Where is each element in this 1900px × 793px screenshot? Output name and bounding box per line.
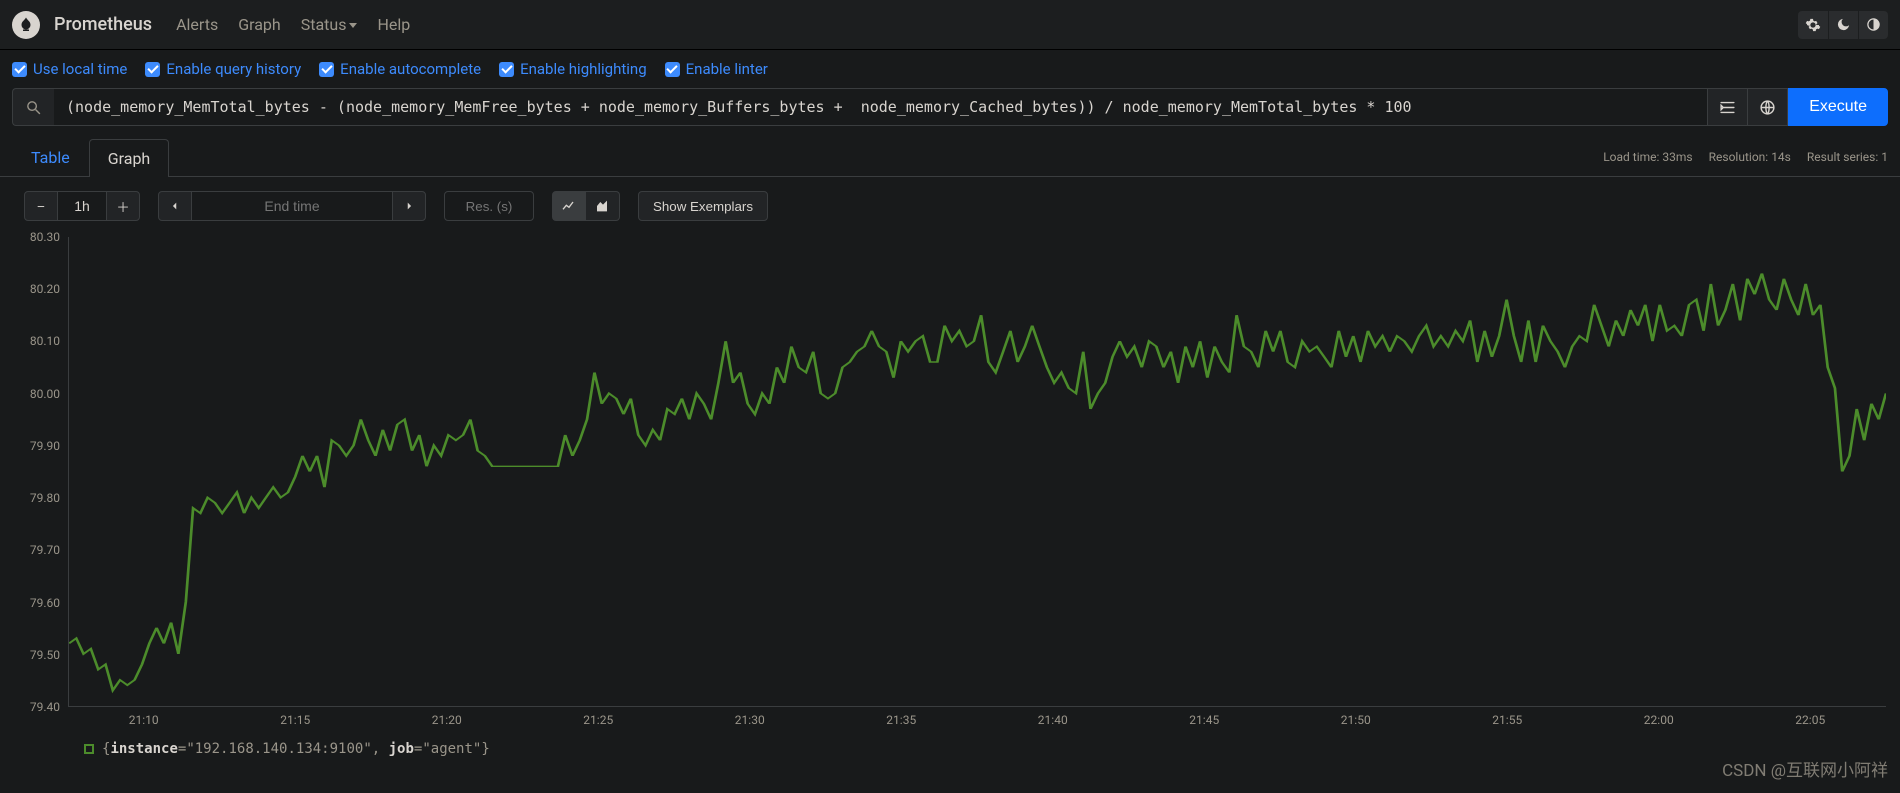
option-enable-history[interactable]: Enable query history [145, 60, 301, 78]
time-range-group: − ＋ [24, 191, 140, 221]
metrics-explorer-button[interactable] [12, 88, 54, 126]
decrease-range-button[interactable]: − [24, 191, 58, 221]
chart-legend: {instance="192.168.140.134:9100", job="a… [0, 731, 1900, 757]
nav-graph[interactable]: Graph [238, 15, 281, 34]
load-time-status: Load time: 33ms [1603, 150, 1692, 164]
stacked-chart-button[interactable] [586, 191, 620, 221]
legend-color-swatch [84, 744, 94, 754]
increase-range-button[interactable]: ＋ [106, 191, 140, 221]
search-icon [25, 99, 42, 116]
chart-type-group [552, 191, 620, 221]
moon-icon [1836, 17, 1851, 32]
top-navbar: Prometheus Alerts Graph Status Help [0, 0, 1900, 50]
nav-help[interactable]: Help [377, 15, 410, 34]
end-time-group [158, 191, 426, 221]
show-exemplars-button[interactable]: Show Exemplars [638, 191, 768, 221]
watermark-text: CSDN @互联网小阿祥 [1722, 756, 1888, 781]
option-enable-highlighting[interactable]: Enable highlighting [499, 60, 647, 78]
resolution-input[interactable] [444, 191, 534, 221]
globe-icon [1759, 99, 1776, 116]
format-expression-button[interactable] [1708, 88, 1748, 126]
query-options-bar: Use local time Enable query history Enab… [0, 50, 1900, 88]
chart-line-svg [69, 237, 1886, 706]
end-time-back-button[interactable] [158, 191, 192, 221]
option-enable-autocomplete[interactable]: Enable autocomplete [319, 60, 481, 78]
contrast-icon [1866, 17, 1881, 32]
expression-input[interactable] [54, 88, 1708, 126]
dark-theme-button[interactable] [1828, 11, 1858, 39]
option-use-local-time[interactable]: Use local time [12, 60, 127, 78]
line-chart-button[interactable] [552, 191, 586, 221]
indent-icon [1719, 99, 1736, 116]
resolution-status: Resolution: 14s [1709, 150, 1791, 164]
auto-theme-button[interactable] [1858, 11, 1888, 39]
area-chart-icon [595, 198, 611, 214]
execute-button[interactable]: Execute [1788, 88, 1888, 126]
chart-panel: 79.4079.5079.6079.7079.8079.9080.0080.10… [12, 231, 1888, 731]
option-enable-linter[interactable]: Enable linter [665, 60, 768, 78]
checkbox-icon [12, 62, 27, 77]
nav-alerts[interactable]: Alerts [176, 15, 218, 34]
checkbox-icon [319, 62, 334, 77]
chevron-left-icon [170, 200, 180, 212]
checkbox-icon [499, 62, 514, 77]
checkbox-icon [665, 62, 680, 77]
explain-button[interactable] [1748, 88, 1788, 126]
nav-status[interactable]: Status [301, 15, 358, 34]
gear-icon [1805, 17, 1821, 33]
graph-controls: − ＋ Show Exemplars [0, 177, 1900, 231]
result-tabs: Table Graph Load time: 33ms Resolution: … [0, 134, 1900, 177]
settings-button[interactable] [1798, 11, 1828, 39]
plot-area[interactable] [68, 237, 1886, 707]
tab-graph[interactable]: Graph [89, 139, 170, 177]
end-time-forward-button[interactable] [392, 191, 426, 221]
chevron-down-icon [349, 23, 357, 28]
prometheus-logo [12, 11, 40, 39]
brand-name: Prometheus [54, 14, 152, 35]
time-range-input[interactable] [58, 191, 106, 221]
chevron-right-icon [404, 200, 414, 212]
line-chart-icon [561, 198, 577, 214]
legend-entry[interactable]: {instance="192.168.140.134:9100", job="a… [102, 741, 490, 757]
query-bar: Execute [0, 88, 1900, 134]
tab-table[interactable]: Table [12, 138, 89, 176]
checkbox-icon [145, 62, 160, 77]
result-series-status: Result series: 1 [1807, 150, 1888, 164]
end-time-input[interactable] [192, 191, 392, 221]
theme-controls [1798, 11, 1888, 39]
flame-icon [17, 16, 35, 34]
